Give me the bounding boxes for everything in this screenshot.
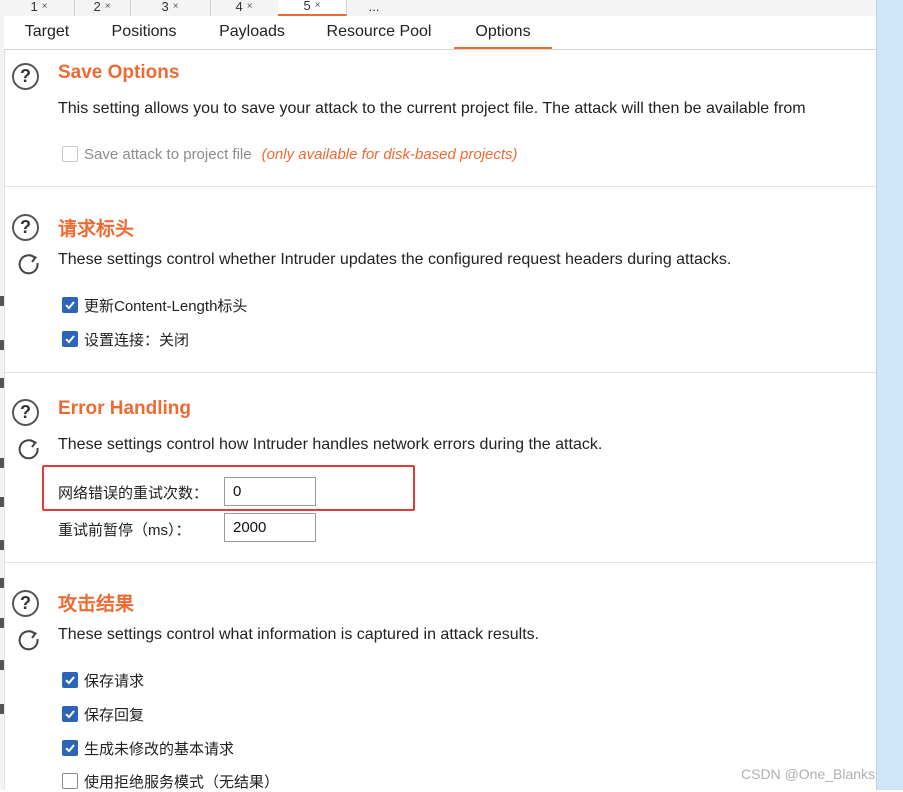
store-responses-label: 保存回复 <box>84 706 145 724</box>
denial-of-service-mode-checkbox[interactable] <box>62 773 78 789</box>
store-requests-checkbox[interactable] <box>62 672 78 688</box>
save-attack-label: Save attack to project file <box>84 145 252 163</box>
make-unmodified-baseline-label: 生成未修改的基本请求 <box>84 740 235 758</box>
close-icon[interactable]: × <box>315 0 321 11</box>
check-icon <box>65 676 75 685</box>
denial-of-service-mode-label: 使用拒绝服务模式（无结果） <box>84 773 280 791</box>
set-connection-close-checkbox[interactable] <box>62 331 78 347</box>
left-edge-glyph <box>0 497 4 507</box>
request-headers-description: These settings control whether Intruder … <box>58 251 732 268</box>
check-icon <box>65 744 75 753</box>
tab-resource-pool[interactable]: Resource Pool <box>314 16 444 47</box>
attack-tab-2[interactable]: 2 × <box>74 0 131 16</box>
attack-tab-label: 3 <box>161 0 169 14</box>
check-icon <box>65 335 75 344</box>
restore-defaults-icon[interactable] <box>16 251 42 277</box>
check-icon <box>65 710 75 719</box>
attack-tab-more[interactable]: ... <box>346 0 402 16</box>
left-edge-glyph <box>0 540 4 550</box>
left-edge-glyph <box>0 458 4 468</box>
left-edge-glyph <box>0 618 4 628</box>
more-tabs-label: ... <box>368 0 380 14</box>
help-circle-icon[interactable]: ? <box>12 590 39 617</box>
attack-tab-1[interactable]: 1 × <box>4 0 75 16</box>
tab-target[interactable]: Target <box>14 16 80 47</box>
attack-tab-label: 4 <box>235 0 243 14</box>
denial-of-service-mode-row[interactable]: 使用拒绝服务模式（无结果） <box>62 771 279 791</box>
store-responses-checkbox[interactable] <box>62 706 78 722</box>
section-divider <box>4 372 876 373</box>
store-requests-label: 保存请求 <box>84 672 145 690</box>
restore-defaults-icon[interactable] <box>16 627 42 653</box>
left-edge-glyph <box>0 704 4 714</box>
store-responses-row[interactable]: 保存回复 <box>62 704 144 724</box>
close-icon[interactable]: × <box>42 1 48 12</box>
save-attack-checkbox[interactable] <box>62 146 78 162</box>
attack-tab-5[interactable]: 5 × <box>278 0 347 16</box>
close-icon[interactable]: × <box>247 1 253 12</box>
pause-before-retry-label: 重试前暂停（ms）： <box>58 522 191 539</box>
update-content-length-label: 更新Content-Length标头 <box>84 297 248 315</box>
pause-before-retry-input[interactable] <box>224 513 316 542</box>
error-handling-title: Error Handling <box>58 398 192 419</box>
left-edge-glyph <box>0 378 4 388</box>
right-window-strip <box>876 0 903 790</box>
update-content-length-row[interactable]: 更新Content-Length标头 <box>62 295 247 315</box>
left-edge-glyph <box>0 578 4 588</box>
left-edge-glyph <box>0 660 4 670</box>
left-edge-glyph <box>0 296 4 306</box>
retries-input[interactable] <box>224 477 316 506</box>
intruder-tab-bar: Target Positions Payloads Resource Pool … <box>4 16 876 50</box>
attack-tab-4[interactable]: 4 × <box>210 0 279 16</box>
attack-tab-bar: 1 × 2 × 3 × 4 × 5 × ... <box>4 0 876 17</box>
tab-positions[interactable]: Positions <box>102 16 186 47</box>
left-window-edge <box>0 0 5 790</box>
tab-payloads[interactable]: Payloads <box>208 16 296 47</box>
set-connection-close-row[interactable]: 设置连接：关闭 <box>62 329 189 349</box>
disk-based-note: (only available for disk-based projects) <box>261 145 518 163</box>
close-icon[interactable]: × <box>173 1 179 12</box>
make-unmodified-baseline-row[interactable]: 生成未修改的基本请求 <box>62 738 234 758</box>
make-unmodified-baseline-checkbox[interactable] <box>62 740 78 756</box>
store-requests-row[interactable]: 保存请求 <box>62 670 144 690</box>
attack-tab-3[interactable]: 3 × <box>130 0 211 16</box>
section-divider <box>4 562 876 563</box>
left-edge-glyph <box>0 340 4 350</box>
save-options-title: Save Options <box>58 62 180 83</box>
attack-results-title: 攻击结果 <box>58 594 135 615</box>
restore-defaults-icon[interactable] <box>16 436 42 462</box>
save-options-description: This setting allows you to save your att… <box>58 100 806 117</box>
help-circle-icon[interactable]: ? <box>12 63 39 90</box>
section-divider <box>4 186 876 187</box>
request-headers-title: 请求标头 <box>58 219 135 240</box>
set-connection-close-label: 设置连接：关闭 <box>84 331 190 349</box>
attack-tab-label: 1 <box>30 0 38 14</box>
attack-results-description: These settings control what information … <box>58 626 540 643</box>
csdn-watermark: CSDN @One_Blanks <box>741 766 876 782</box>
help-circle-icon[interactable]: ? <box>12 399 39 426</box>
retries-label: 网络错误的重试次数： <box>58 485 209 502</box>
error-handling-description: These settings control how Intruder hand… <box>58 436 603 453</box>
update-content-length-checkbox[interactable] <box>62 297 78 313</box>
tab-options[interactable]: Options <box>454 16 552 49</box>
attack-tab-label: 2 <box>93 0 101 14</box>
help-circle-icon[interactable]: ? <box>12 214 39 241</box>
close-icon[interactable]: × <box>105 1 111 12</box>
check-icon <box>65 301 75 310</box>
attack-tab-label: 5 <box>303 0 311 13</box>
save-attack-checkbox-row[interactable]: Save attack to project file (only availa… <box>62 144 518 164</box>
